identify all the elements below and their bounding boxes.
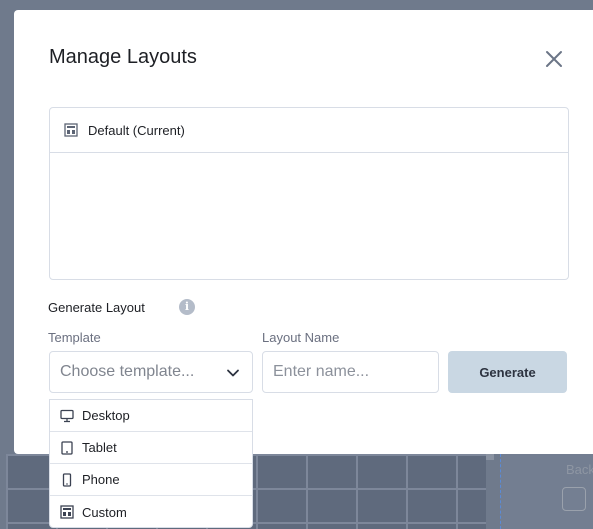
phone-icon [62,472,72,487]
info-icon[interactable]: i [179,299,195,315]
layout-list: Default (Current) [49,107,569,280]
generate-layout-label: Generate Layout [48,300,145,315]
template-dropdown: Desktop Tablet Phone Custom [49,399,253,528]
template-option-label: Phone [82,472,120,487]
template-label: Template [48,330,101,345]
layout-grid-icon [60,505,74,519]
manage-layouts-modal: Manage Layouts Default (Current) Generat… [14,10,593,454]
layout-name-label: Layout Name [262,330,340,345]
close-icon[interactable] [542,47,566,71]
layout-grid-icon [64,123,78,137]
template-option-label: Custom [82,504,127,520]
template-option-label: Tablet [82,440,117,455]
layout-item-default[interactable]: Default (Current) [50,108,568,153]
template-select-value: Choose template... [60,363,195,380]
template-option-tablet[interactable]: Tablet [50,432,252,464]
template-option-phone[interactable]: Phone [50,464,252,496]
background-checkbox [562,487,586,511]
background-label: Back [566,462,593,477]
modal-title: Manage Layouts [49,46,197,68]
generate-button[interactable]: Generate [448,351,567,393]
layout-item-label: Default (Current) [88,122,185,138]
chevron-down-icon [227,369,239,377]
template-option-desktop[interactable]: Desktop [50,400,252,432]
template-select[interactable]: Choose template... [49,351,253,393]
desktop-icon [60,409,74,422]
template-option-label: Desktop [82,408,130,423]
layout-name-input[interactable] [262,351,439,393]
template-option-custom[interactable]: Custom [50,496,252,528]
tablet-icon [61,440,73,455]
